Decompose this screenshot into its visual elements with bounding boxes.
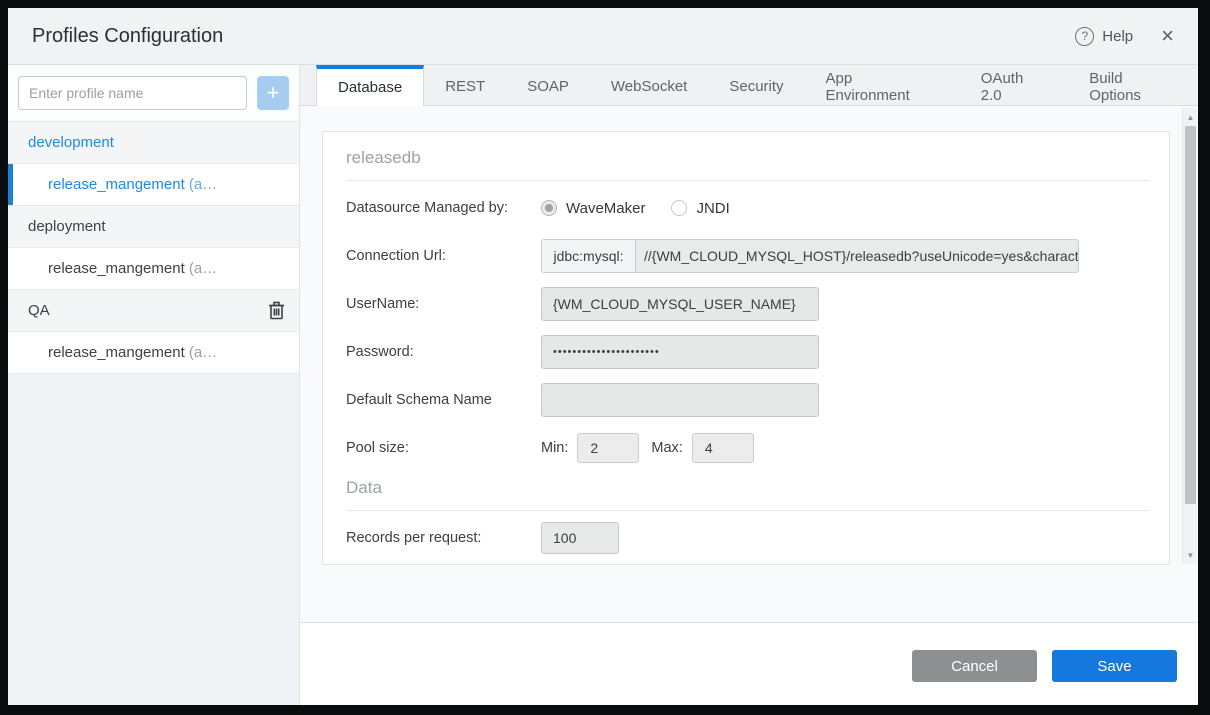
password-row: Password: •••••••••••••••••••••• (346, 328, 1149, 376)
profiles-sidebar: + development release_mangement (a… depl… (8, 65, 300, 705)
sidebar-item-release-mangement-deploy[interactable]: release_mangement (a… (8, 248, 299, 290)
pool-min-input[interactable]: 2 (577, 433, 639, 463)
page-title: Profiles Configuration (32, 25, 223, 48)
radio-jndi[interactable]: JNDI (671, 200, 729, 217)
pool-size-label: Pool size: (346, 440, 541, 456)
dialog-body: + development release_mangement (a… depl… (8, 65, 1198, 705)
section-divider (346, 180, 1149, 181)
radio-jndi-label: JNDI (696, 200, 729, 217)
profile-group-label: QA (28, 302, 50, 319)
radio-wavemaker[interactable]: WaveMaker (541, 200, 645, 217)
tab-soap[interactable]: SOAP (506, 64, 590, 105)
password-input[interactable]: •••••••••••••••••••••• (541, 335, 819, 369)
connection-url-label: Connection Url: (346, 248, 541, 264)
scrollbar-thumb[interactable] (1185, 126, 1196, 504)
data-section-divider (346, 510, 1149, 511)
profile-item-suffix: (a… (185, 344, 218, 361)
connection-url-row: Connection Url: jdbc:mysql: //{WM_CLOUD_… (346, 232, 1149, 280)
scroll-down-icon[interactable]: ▼ (1183, 548, 1198, 562)
delete-profile-button[interactable] (268, 301, 285, 320)
config-tabs: Database REST SOAP WebSocket Security Ap… (300, 65, 1198, 106)
scrollbar[interactable]: ▲ ▼ (1182, 108, 1197, 564)
add-profile-button[interactable]: + (257, 76, 289, 110)
save-button[interactable]: Save (1052, 650, 1177, 682)
dialog-header: Profiles Configuration ? Help × (8, 8, 1198, 65)
pool-size-row: Pool size: Min: 2 Max: 4 (346, 424, 1149, 472)
trash-icon (268, 301, 285, 320)
profile-item-suffix: (a… (185, 176, 218, 193)
radio-unselected-icon (671, 200, 687, 216)
pool-max-input[interactable]: 4 (692, 433, 754, 463)
profile-item-label: release_mangement (48, 176, 185, 193)
sidebar-item-qa[interactable]: QA (8, 290, 299, 332)
radio-wavemaker-label: WaveMaker (566, 200, 645, 217)
close-icon[interactable]: × (1161, 25, 1174, 47)
tab-app-environment[interactable]: App Environment (805, 64, 960, 105)
tab-content-pane: releasedb Datasource Managed by: WaveMak… (300, 106, 1198, 622)
records-per-request-label: Records per request: (346, 530, 541, 546)
tab-oauth[interactable]: OAuth 2.0 (960, 64, 1068, 105)
default-schema-input[interactable] (541, 383, 819, 417)
database-config-card: releasedb Datasource Managed by: WaveMak… (322, 131, 1170, 565)
tab-websocket[interactable]: WebSocket (590, 64, 708, 105)
profile-item-label: release_mangement (48, 344, 185, 361)
profile-group-label: development (28, 134, 114, 151)
datasource-row: Datasource Managed by: WaveMaker JNDI (346, 184, 1149, 232)
sidebar-item-release-mangement-qa[interactable]: release_mangement (a… (8, 332, 299, 374)
cancel-button[interactable]: Cancel (912, 650, 1037, 682)
dialog-footer: Cancel Save (300, 622, 1198, 705)
connection-url-group: jdbc:mysql: //{WM_CLOUD_MYSQL_HOST}/rele… (541, 239, 1079, 273)
default-schema-label: Default Schema Name (346, 392, 541, 408)
tab-rest[interactable]: REST (424, 64, 506, 105)
connection-url-input[interactable]: //{WM_CLOUD_MYSQL_HOST}/releasedb?useUni… (636, 239, 1079, 273)
pool-min-label: Min: (541, 440, 568, 456)
help-label: Help (1102, 28, 1133, 45)
tab-database[interactable]: Database (316, 65, 424, 106)
data-section-title: Data (346, 478, 1149, 498)
datasource-radio-group: WaveMaker JNDI (541, 200, 730, 217)
jdbc-prefix: jdbc:mysql: (541, 239, 636, 273)
profile-name-input[interactable] (18, 76, 247, 110)
profiles-configuration-dialog: Profiles Configuration ? Help × + develo… (8, 8, 1198, 705)
password-label: Password: (346, 344, 541, 360)
records-per-request-input[interactable]: 100 (541, 522, 619, 554)
profile-list: development release_mangement (a… deploy… (8, 122, 299, 374)
sidebar-empty-area (8, 374, 299, 705)
help-icon: ? (1075, 27, 1094, 46)
tab-build-options[interactable]: Build Options (1068, 64, 1198, 105)
profile-group-label: deployment (28, 218, 106, 235)
datasource-label: Datasource Managed by: (346, 200, 541, 216)
main-panel: Database REST SOAP WebSocket Security Ap… (300, 65, 1198, 705)
radio-selected-icon (541, 200, 557, 216)
records-per-request-row: Records per request: 100 (346, 514, 1149, 562)
sidebar-item-release-mangement-dev[interactable]: release_mangement (a… (8, 164, 299, 206)
sidebar-item-deployment[interactable]: deployment (8, 206, 299, 248)
tab-security[interactable]: Security (708, 64, 804, 105)
default-schema-row: Default Schema Name (346, 376, 1149, 424)
help-button[interactable]: ? Help (1075, 27, 1133, 46)
scroll-up-icon[interactable]: ▲ (1183, 110, 1198, 124)
sidebar-item-development[interactable]: development (8, 122, 299, 164)
username-row: UserName: {WM_CLOUD_MYSQL_USER_NAME} (346, 280, 1149, 328)
username-label: UserName: (346, 296, 541, 312)
profile-item-label: release_mangement (48, 260, 185, 277)
username-input[interactable]: {WM_CLOUD_MYSQL_USER_NAME} (541, 287, 819, 321)
db-section-title: releasedb (346, 148, 1149, 168)
profile-search-row: + (8, 65, 299, 122)
profile-item-suffix: (a… (185, 260, 218, 277)
pool-max-label: Max: (651, 440, 682, 456)
